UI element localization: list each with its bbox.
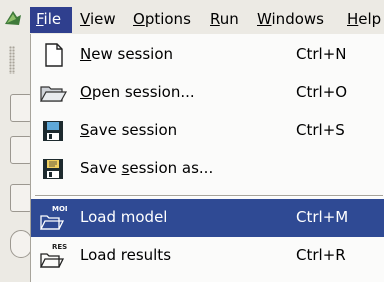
toolbar-grip[interactable] — [9, 46, 15, 74]
menu-options-label: ptions — [144, 10, 191, 28]
menu-run-mnemonic: R — [210, 10, 220, 28]
menu-item-shortcut: Ctrl+M — [296, 208, 349, 226]
menu-bar: File View Options Run Windows Help — [0, 0, 384, 34]
menu-item-open-session[interactable]: Open session... Ctrl+O — [31, 74, 384, 112]
menu-item-save-session[interactable]: Save session Ctrl+S — [31, 112, 384, 150]
menu-windows-mnemonic: W — [257, 10, 272, 28]
menu-item-label: Save session — [80, 121, 178, 139]
load-results-icon: RES — [39, 243, 67, 268]
menu-run-label: un — [219, 10, 239, 28]
menu-help-mnemonic: H — [347, 10, 359, 28]
toolbar-button-1[interactable] — [10, 94, 32, 122]
menu-run[interactable]: Run — [210, 8, 239, 30]
menu-file[interactable]: File — [30, 7, 72, 33]
menu-item-shortcut: Ctrl+N — [296, 45, 347, 63]
menu-item-load-model[interactable]: MOD Load model Ctrl+M — [31, 199, 384, 237]
menu-options[interactable]: Options — [133, 8, 191, 30]
menu-item-label: Load model — [80, 208, 168, 226]
menu-item-shortcut: Ctrl+O — [296, 83, 348, 101]
menu-item-new-session[interactable]: New session Ctrl+N — [31, 36, 384, 74]
file-menu-dropdown: New session Ctrl+N Open session... Ctrl+… — [30, 34, 384, 282]
menu-item-shortcut: Ctrl+S — [296, 121, 345, 139]
menu-view-mnemonic: V — [80, 10, 90, 28]
menu-item-save-session-as[interactable]: Save session as... — [31, 150, 384, 188]
menu-file-mnemonic: F — [36, 10, 44, 28]
menu-item-shortcut: Ctrl+R — [296, 246, 346, 264]
svg-text:RES: RES — [52, 243, 67, 251]
menu-item-label: Open session... — [80, 83, 195, 101]
toolbar-button-3[interactable] — [10, 184, 32, 212]
save-disk-icon — [43, 121, 63, 141]
left-toolbar — [0, 34, 32, 282]
menu-windows-label: indows — [271, 10, 324, 28]
menu-options-mnemonic: O — [133, 10, 145, 28]
menu-item-label: New session — [80, 45, 174, 63]
menu-separator — [35, 195, 383, 197]
load-model-icon: MOD — [39, 205, 67, 230]
save-as-icon — [43, 159, 63, 179]
menu-windows[interactable]: Windows — [257, 8, 324, 30]
app-logo-icon — [5, 11, 21, 25]
menu-file-label: ile — [43, 10, 62, 28]
menu-help-label: elp — [358, 10, 382, 28]
menu-item-label: Load results — [80, 246, 172, 264]
toolbar-button-2[interactable] — [10, 136, 32, 164]
menu-item-load-results[interactable]: RES Load results Ctrl+R — [31, 237, 384, 275]
menu-view-label: iew — [89, 10, 116, 28]
menu-help[interactable]: Help — [347, 8, 381, 30]
menu-view[interactable]: View — [80, 8, 116, 30]
svg-text:MOD: MOD — [52, 205, 67, 213]
open-folder-icon — [39, 86, 67, 102]
new-document-icon — [45, 43, 63, 67]
toolbar-button-4[interactable] — [10, 230, 32, 258]
menu-item-label: Save session as... — [80, 159, 214, 177]
